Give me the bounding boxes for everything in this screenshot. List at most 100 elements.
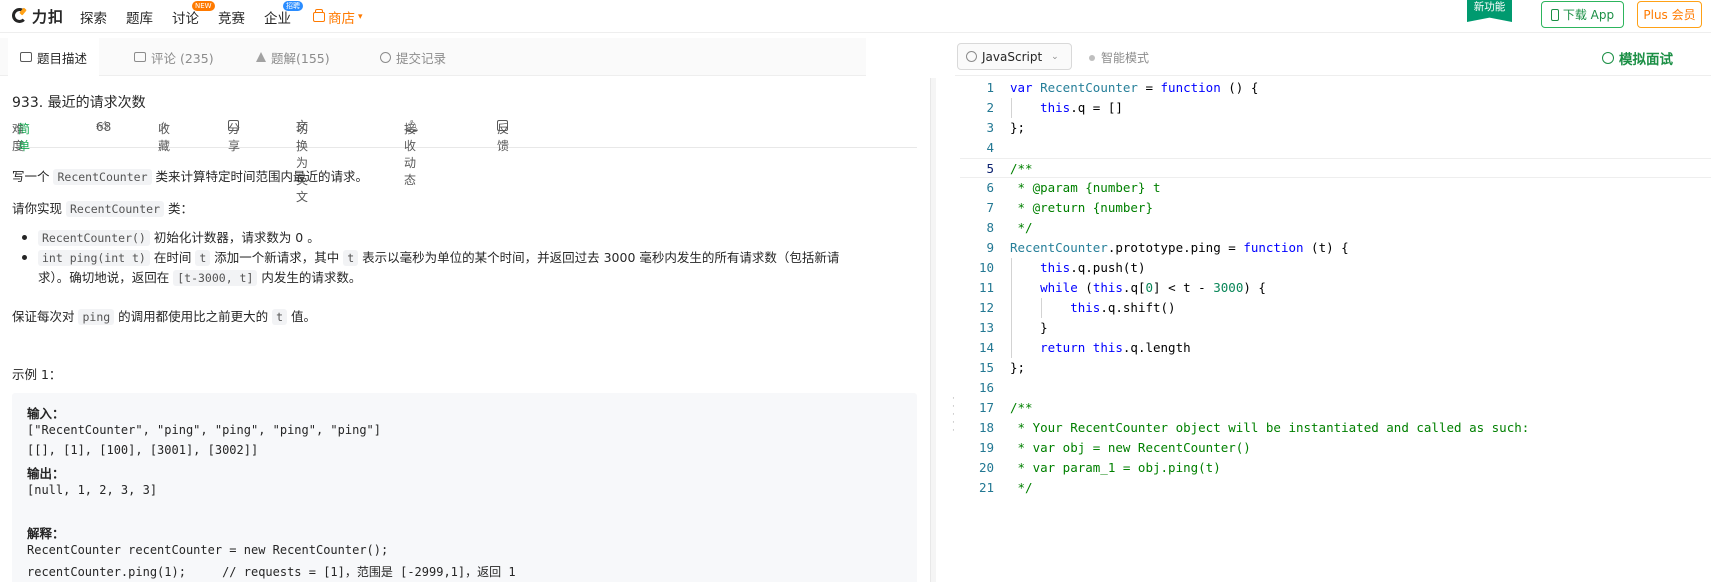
list-item: RecentCounter() 初始化计数器，请求数为 0 。 xyxy=(21,228,839,248)
tab-solutions-label: 题解(155) xyxy=(271,50,330,66)
text: 的调用都使用比之前更大的 xyxy=(114,309,273,324)
code-line: 1 var RecentCounter = function () { xyxy=(960,78,1711,98)
logo-text: 力扣 xyxy=(32,7,65,26)
download-app-label: 下载 App xyxy=(1562,8,1615,22)
inline-code: RecentCounter xyxy=(65,201,164,217)
tab-description[interactable]: 题目描述 xyxy=(8,38,100,76)
line-number: 11 xyxy=(978,280,994,295)
code-line: 16 xyxy=(960,378,1711,398)
nav-explore[interactable]: 探索 xyxy=(80,7,107,27)
tab-description-label: 题目描述 xyxy=(37,50,88,66)
leetcode-logo-icon xyxy=(11,6,29,26)
code-line: 19 * var obj = new RecentCounter() xyxy=(960,438,1711,458)
line-number: 19 xyxy=(978,440,994,455)
editor-toolbar: JavaScript ⌄ 智能模式 模拟面试 xyxy=(955,38,1711,76)
tab-comments-label: 评论 (235) xyxy=(151,50,214,66)
favorite-label: 收藏 xyxy=(158,122,171,153)
line-number: 3 xyxy=(986,120,994,135)
example-input-label: 输入： xyxy=(27,407,65,421)
example-explain-line-2: recentCounter.ping(1); // requests = [1]… xyxy=(27,565,516,579)
list-item: int ping(int t) 在时间 t 添加一个新请求，其中 t 表示以毫秒… xyxy=(21,248,840,268)
code-line: 2 this.q = [] xyxy=(960,98,1711,118)
code-line: 6 * @param {number} t xyxy=(960,178,1711,198)
nav-problemset[interactable]: 题库 xyxy=(126,7,153,27)
inline-code: RecentCounter xyxy=(53,169,152,185)
tab-comments[interactable]: 评论 (235) xyxy=(134,38,214,76)
mock-interview-label: 模拟面试 xyxy=(1619,52,1673,68)
line-number: 13 xyxy=(978,320,994,335)
new-badge: NEW xyxy=(192,1,215,11)
line-number: 21 xyxy=(978,480,994,495)
nav-shop[interactable]: 商店 ▾ xyxy=(313,7,363,27)
code-editor[interactable]: 1 var RecentCounter = function () { 2 thi… xyxy=(960,78,1711,582)
problem-title: 933. 最近的请求次数 xyxy=(12,95,146,111)
example-box: 输入： ["RecentCounter", "ping", "ping", "p… xyxy=(12,393,917,582)
inline-code: [t-3000, t] xyxy=(173,270,258,286)
tab-submissions[interactable]: 提交记录 xyxy=(380,38,446,76)
example-explain-label: 解释： xyxy=(27,527,65,541)
line-number: 1 xyxy=(986,80,994,95)
new-feature-ribbon[interactable]: 新功能 xyxy=(1467,0,1512,22)
mock-interview-button[interactable]: 模拟面试 xyxy=(1602,48,1673,68)
line-number: 5 xyxy=(986,161,994,176)
inline-code: t xyxy=(343,250,359,266)
phone-icon xyxy=(1550,8,1559,21)
text: 写一个 xyxy=(12,169,54,184)
text: 求）。确切地说，返回在 xyxy=(38,270,174,285)
code-line: 10 this.q.push(t) xyxy=(960,258,1711,278)
hire-badge: 招聘 xyxy=(283,1,303,11)
code-line: 12 this.q.shift() xyxy=(960,298,1711,318)
smart-mode-toggle[interactable]: 智能模式 xyxy=(1089,49,1149,66)
leetcode-logo[interactable]: 力扣 xyxy=(11,5,64,27)
line-number: 7 xyxy=(986,200,994,215)
chevron-down-icon: ▾ xyxy=(358,12,363,22)
code-line: 18 * Your RecentCounter object will be i… xyxy=(960,418,1711,438)
tab-solutions[interactable]: 题解(155) xyxy=(256,38,330,76)
description-paragraph-3: 保证每次对 ping 的调用都使用比之前更大的 t 值。 xyxy=(12,306,316,325)
info-icon xyxy=(966,51,977,62)
subscribe-label: 接收动态 xyxy=(404,122,417,187)
tab-submissions-label: 提交记录 xyxy=(396,50,447,66)
line-number: 16 xyxy=(978,380,994,395)
code-line: 15}; xyxy=(960,358,1711,378)
code-line: 7 * @return {number} xyxy=(960,198,1711,218)
feedback-label: 反馈 xyxy=(497,122,510,153)
line-number: 20 xyxy=(978,460,994,475)
difficulty-badge: 简单 xyxy=(18,122,31,153)
example-input-line-1: ["RecentCounter", "ping", "ping", "ping"… xyxy=(27,423,382,437)
code-line: 9 RecentCounter.prototype.ping = function… xyxy=(960,238,1711,258)
inline-code: t xyxy=(195,250,211,266)
chevron-down-icon: ⌄ xyxy=(1051,51,1059,62)
nav-shop-label: 商店 xyxy=(328,11,355,27)
dot-icon xyxy=(1089,54,1095,61)
line-number: 6 xyxy=(986,180,994,195)
code-line: 21 */ xyxy=(960,478,1711,498)
text: 类来计算特定时间范围内最近的请求。 xyxy=(151,169,368,184)
line-number: 8 xyxy=(986,220,994,235)
panel-resize-handle[interactable] xyxy=(930,78,936,582)
language-select[interactable]: JavaScript ⌄ xyxy=(957,43,1072,70)
text: 初始化计数器，请求数为 0 。 xyxy=(149,230,320,245)
smart-mode-label: 智能模式 xyxy=(1101,51,1150,65)
nav-contest[interactable]: 竞赛 xyxy=(218,7,245,27)
plus-member-button[interactable]: Plus 会员 xyxy=(1637,1,1702,28)
text: 在时间 xyxy=(149,250,196,265)
inline-code: ping xyxy=(78,309,115,325)
method-list: RecentCounter() 初始化计数器，请求数为 0 。 int ping… xyxy=(21,228,840,288)
text: 保证每次对 xyxy=(12,309,79,324)
inline-code: t xyxy=(272,309,288,325)
shop-icon xyxy=(313,9,325,22)
code-line-current: 5/** xyxy=(960,158,1711,178)
switch-english-label: 切换为英文 xyxy=(296,122,309,204)
code-line: 20 * var param_1 = obj.ping(t) xyxy=(960,458,1711,478)
example-input-line-2: [[], [1], [100], [3001], [3002]] xyxy=(27,443,259,457)
example-output-label: 输出： xyxy=(27,467,65,481)
drag-handle-icon[interactable]: · · · · · xyxy=(952,395,955,436)
code-line: 17/** xyxy=(960,398,1711,418)
flask-icon xyxy=(256,52,266,62)
list-item-continuation: 求）。确切地说，返回在 [t-3000, t] 内发生的请求数。 xyxy=(38,268,839,288)
text: 表示以毫秒为单位的某个时间，并返回过去 3000 毫秒内发生的所有请求数（包括新… xyxy=(358,250,840,265)
top-navbar: 力扣 探索 题库 讨论 NEW 竞赛 企业 招聘 商店 ▾ 新功能 下载 App… xyxy=(0,0,1711,33)
text: 值。 xyxy=(287,309,317,324)
download-app-button[interactable]: 下载 App xyxy=(1541,1,1624,28)
